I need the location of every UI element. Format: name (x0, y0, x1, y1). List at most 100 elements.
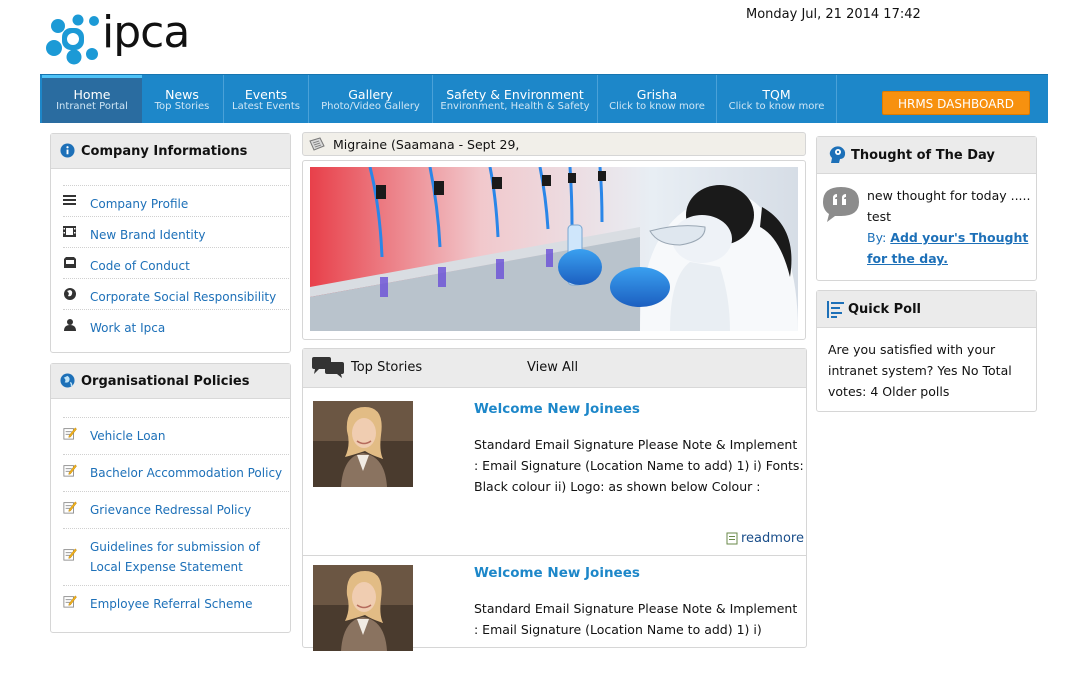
policies-title: Organisational Policies (81, 374, 250, 389)
policy-link-label: Employee Referral Scheme (90, 597, 253, 611)
document-icon (726, 532, 738, 545)
policy-link-label: Grievance Redressal Policy (90, 503, 252, 517)
thought-header: Thought of The Day (817, 137, 1036, 174)
lab-banner-image (310, 167, 798, 331)
ipca-logo[interactable]: ipca (44, 7, 214, 68)
woman-portrait-image (313, 565, 413, 651)
poll-list-icon (827, 301, 844, 318)
globe-icon (64, 288, 76, 300)
inbox-icon (64, 257, 76, 268)
top-stories-title: Top Stories (351, 360, 423, 375)
policies-header: Organisational Policies (51, 364, 290, 399)
top-stories-header: Top Stories View All (303, 349, 806, 388)
head-thought-icon (829, 146, 846, 163)
nav-home[interactable]: Home Intranet Portal (42, 75, 142, 123)
thought-byline: By: Add your's Thought for the day. (867, 227, 1035, 269)
main-nav: Home Intranet Portal News Top Stories Ev… (40, 74, 1048, 123)
policies-panel: Organisational Policies Vehicle Loan Bac… (50, 363, 291, 633)
nav-news-title: News (165, 87, 199, 102)
story-photo (313, 565, 413, 651)
nav-news-subtitle: Top Stories (154, 101, 210, 112)
quick-poll-title: Quick Poll (848, 302, 922, 317)
story-body: Standard Email Signature Please Note & I… (474, 437, 804, 494)
company-link-label: Work at Ipca (90, 321, 166, 335)
nav-tqm-subtitle: Click to know more (728, 101, 825, 112)
company-info-title: Company Informations (81, 144, 248, 159)
edit-note-icon (63, 548, 77, 561)
thought-title: Thought of The Day (851, 148, 995, 163)
newspaper-icon (309, 137, 325, 151)
nav-grisha[interactable]: Grisha Click to know more (598, 75, 716, 123)
nav-events-title: Events (244, 87, 288, 102)
nav-divider (836, 75, 837, 123)
policy-link-label: Bachelor Accommodation Policy (90, 466, 283, 480)
nav-safety-title: Safety & Environment (446, 87, 584, 102)
company-link-label: Corporate Social Responsibility (90, 290, 277, 304)
nav-gallery-title: Gallery (348, 87, 393, 102)
company-info-panel: Company Informations Company Profile New… (50, 133, 291, 353)
globe-icon (60, 373, 75, 388)
company-info-header: Company Informations (51, 134, 290, 169)
policy-link-label: Vehicle Loan (90, 429, 166, 443)
quick-poll-header: Quick Poll (817, 291, 1036, 328)
add-thought-link[interactable]: Add your's Thought for the day. (867, 230, 1028, 266)
nav-news[interactable]: News Top Stories (142, 75, 222, 123)
company-link-label: Code of Conduct (90, 259, 190, 273)
company-link-profile[interactable]: Company Profile (63, 185, 289, 217)
quick-poll-panel: Quick Poll Are you satisfied with your i… (816, 290, 1037, 412)
policy-link-label: Guidelines for submission of Local Expen… (90, 540, 260, 574)
nav-safety[interactable]: Safety & Environment Environment, Health… (433, 75, 597, 123)
nav-events[interactable]: Events Latest Events (224, 75, 308, 123)
nav-safety-subtitle: Environment, Health & Safety (440, 101, 590, 112)
hrms-dashboard-button[interactable]: HRMS DASHBOARD (882, 91, 1030, 115)
edit-note-icon (63, 501, 77, 514)
story-photo (313, 401, 413, 487)
thought-panel: Thought of The Day new thought for today… (816, 136, 1037, 281)
story-title[interactable]: Welcome New Joinees (474, 565, 640, 581)
company-link-code-of-conduct[interactable]: Code of Conduct (63, 247, 289, 279)
nav-gallery[interactable]: Gallery Photo/Video Gallery (309, 75, 432, 123)
company-link-label: New Brand Identity (90, 228, 206, 242)
thought-text: new thought for today ..... test (867, 188, 1031, 224)
info-icon (60, 143, 75, 158)
company-link-work-at-ipca[interactable]: Work at Ipca (63, 309, 289, 341)
policy-link-employee-referral[interactable]: Employee Referral Scheme (63, 585, 289, 623)
list-icon (63, 195, 76, 205)
readmore-link[interactable]: readmore (741, 531, 804, 546)
story-title[interactable]: Welcome New Joinees (474, 401, 640, 417)
quote-bubble-icon (823, 187, 859, 222)
thought-by-label: By: (867, 230, 887, 245)
edit-note-icon (63, 427, 77, 440)
chat-bubbles-icon (312, 357, 344, 378)
film-icon (63, 226, 76, 237)
edit-note-icon (63, 595, 77, 608)
quick-poll-text[interactable]: Are you satisfied with your intranet sys… (828, 339, 1032, 402)
ticker-text: Migraine (Saamana - Sept 29, (333, 137, 520, 152)
view-all-link[interactable]: View All (527, 360, 578, 375)
nav-tqm-title: TQM (762, 87, 791, 102)
nav-gallery-subtitle: Photo/Video Gallery (321, 101, 420, 112)
policy-link-grievance-redressal[interactable]: Grievance Redressal Policy (63, 491, 289, 529)
company-link-brand-identity[interactable]: New Brand Identity (63, 216, 289, 248)
nav-tqm[interactable]: TQM Click to know more (717, 75, 836, 123)
woman-portrait-image (313, 401, 413, 487)
policy-link-local-expense-guidelines[interactable]: Guidelines for submission of Local Expen… (63, 528, 289, 586)
company-link-csr[interactable]: Corporate Social Responsibility (63, 278, 289, 310)
story-body: Standard Email Signature Please Note & I… (474, 601, 798, 637)
current-datetime: Monday Jul, 21 2014 17:42 (746, 7, 921, 22)
nav-home-subtitle: Intranet Portal (56, 101, 128, 112)
story-item: Welcome New Joinees Standard Email Signa… (303, 389, 806, 556)
nav-grisha-title: Grisha (636, 87, 678, 102)
news-ticker[interactable]: Migraine (Saamana - Sept 29, (302, 132, 806, 156)
nav-grisha-subtitle: Click to know more (609, 101, 705, 112)
edit-note-icon (63, 464, 77, 477)
nav-home-title: Home (73, 87, 111, 102)
story-item: Welcome New Joinees Standard Email Signa… (303, 556, 806, 676)
nav-events-subtitle: Latest Events (232, 101, 300, 112)
brand-wordmark: ipca (102, 7, 190, 58)
user-icon (64, 319, 76, 331)
company-link-label: Company Profile (90, 197, 189, 211)
policy-link-bachelor-accommodation[interactable]: Bachelor Accommodation Policy (63, 454, 289, 492)
policy-link-vehicle-loan[interactable]: Vehicle Loan (63, 417, 289, 455)
lab-scientist-illustration (310, 167, 798, 331)
